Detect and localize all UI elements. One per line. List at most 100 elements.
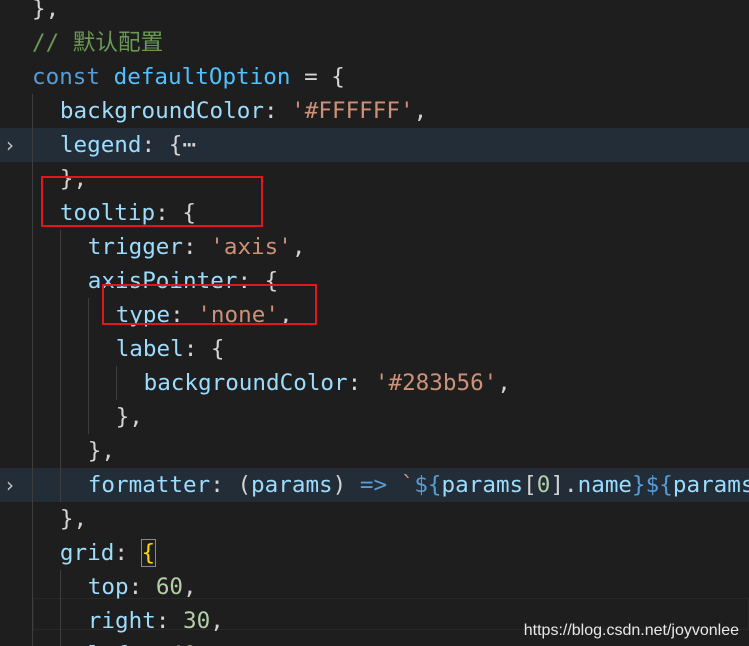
code-text: grid: {	[59, 536, 157, 570]
code-token: :	[183, 234, 211, 260]
code-line[interactable]: const defaultOption = {	[0, 60, 749, 94]
indent-guide	[32, 468, 33, 502]
indent-guide	[87, 400, 89, 434]
fold-chevron-icon[interactable]: ›	[6, 468, 24, 502]
code-token: right	[87, 608, 156, 634]
indent-guide	[59, 434, 61, 468]
code-text: backgroundColor: '#283b56',	[144, 366, 511, 400]
indent-guide	[32, 332, 33, 366]
indent-guide	[59, 570, 61, 604]
code-line[interactable]: top: 60,	[0, 570, 749, 604]
indent-guide	[59, 332, 61, 366]
indent-guide	[59, 468, 61, 502]
indent-guide	[32, 94, 33, 128]
code-token: backgroundColor	[59, 98, 264, 124]
code-token: :	[155, 608, 184, 634]
code-token: ,	[210, 608, 224, 634]
indent-guide	[32, 536, 33, 570]
code-token: : {	[183, 336, 225, 362]
code-token: grid	[59, 540, 115, 566]
code-line[interactable]: },	[0, 400, 749, 434]
code-token: '#FFFFFF'	[291, 98, 414, 124]
code-text: },	[116, 400, 143, 434]
code-text: right: 30,	[88, 604, 224, 638]
indent-guide	[59, 400, 61, 434]
code-token: ,	[197, 642, 211, 646]
code-token: {	[140, 539, 157, 567]
code-token: label	[115, 336, 184, 362]
code-line[interactable]: // 默认配置	[0, 26, 749, 60]
code-token: left	[88, 642, 142, 646]
code-text: // 默认配置	[32, 26, 163, 60]
code-token: trigger	[87, 234, 184, 260]
code-token: : (	[210, 472, 252, 498]
indent-guide	[59, 604, 61, 638]
indent-guide	[32, 434, 33, 468]
code-token: :	[142, 642, 169, 646]
code-token: top	[87, 574, 129, 600]
indent-guide	[32, 298, 33, 332]
code-line[interactable]: trigger: 'axis',	[0, 230, 749, 264]
indent-guide	[32, 570, 33, 604]
code-text: left: 40,	[88, 638, 210, 646]
indent-guide	[59, 298, 61, 332]
indent-guide	[115, 366, 117, 400]
code-editor[interactable]: },// 默认配置 const defaultOption = {backgrou…	[0, 0, 749, 646]
code-token: },	[59, 506, 88, 532]
code-text: label: {	[116, 332, 225, 366]
indent-guide	[32, 128, 33, 162]
code-token: ,	[291, 234, 306, 260]
indent-guide	[32, 638, 33, 646]
code-line[interactable]: backgroundColor: '#283b56',	[0, 366, 749, 400]
code-token: legend	[59, 132, 142, 158]
indent-guide	[32, 366, 33, 400]
code-text: legend: {⋯	[60, 128, 196, 162]
annotation-box-tooltip	[41, 176, 263, 227]
code-line[interactable]: },	[0, 502, 749, 536]
code-token: :	[347, 370, 375, 396]
code-line[interactable]: backgroundColor: '#FFFFFF',	[0, 94, 749, 128]
code-line[interactable]: label: {	[0, 332, 749, 366]
indent-guide	[32, 604, 33, 638]
code-line[interactable]: },	[0, 0, 749, 26]
code-line[interactable]: },	[0, 434, 749, 468]
code-token: name	[577, 472, 633, 498]
code-token: params	[251, 472, 333, 498]
code-token: }	[632, 472, 646, 498]
code-token: ].	[550, 472, 578, 498]
code-text: },	[88, 434, 115, 468]
code-token: [	[523, 472, 537, 498]
code-token: ,	[497, 370, 511, 396]
code-line[interactable]: grid: {	[0, 536, 749, 570]
code-token: // 默认配置	[32, 30, 164, 56]
code-token: = {	[290, 64, 345, 90]
code-token: : {	[141, 132, 183, 158]
code-token: :	[114, 540, 142, 566]
code-token: 30	[183, 608, 211, 634]
code-text: },	[32, 0, 59, 26]
code-token: },	[32, 0, 60, 22]
code-token: 'axis'	[210, 234, 292, 260]
fold-chevron-icon[interactable]: ›	[6, 128, 24, 162]
indent-guide	[87, 366, 89, 400]
indent-guide	[59, 366, 61, 400]
code-token: params	[441, 472, 524, 498]
indent-guide	[59, 230, 61, 264]
code-token: ,	[183, 574, 197, 600]
indent-guide	[32, 162, 33, 196]
code-text: trigger: 'axis',	[88, 230, 306, 264]
indent-guide	[59, 264, 61, 298]
code-text: formatter: (params) => `${params[0].name…	[88, 468, 749, 502]
indent-guide	[87, 298, 89, 332]
code-token: formatter	[87, 472, 211, 498]
indent-guide	[32, 264, 33, 298]
code-token: '#283b56'	[374, 370, 498, 396]
code-text: backgroundColor: '#FFFFFF',	[60, 94, 427, 128]
code-token: :	[263, 98, 292, 124]
code-line[interactable]: › legend: {⋯	[0, 128, 749, 162]
annotation-box-type	[102, 284, 317, 325]
code-token: )	[332, 472, 360, 498]
code-token: },	[87, 438, 116, 464]
code-line[interactable]: › formatter: (params) => `${params[0].nam…	[0, 468, 749, 502]
watermark-text: https://blog.csdn.net/joyvonlee	[523, 622, 739, 639]
